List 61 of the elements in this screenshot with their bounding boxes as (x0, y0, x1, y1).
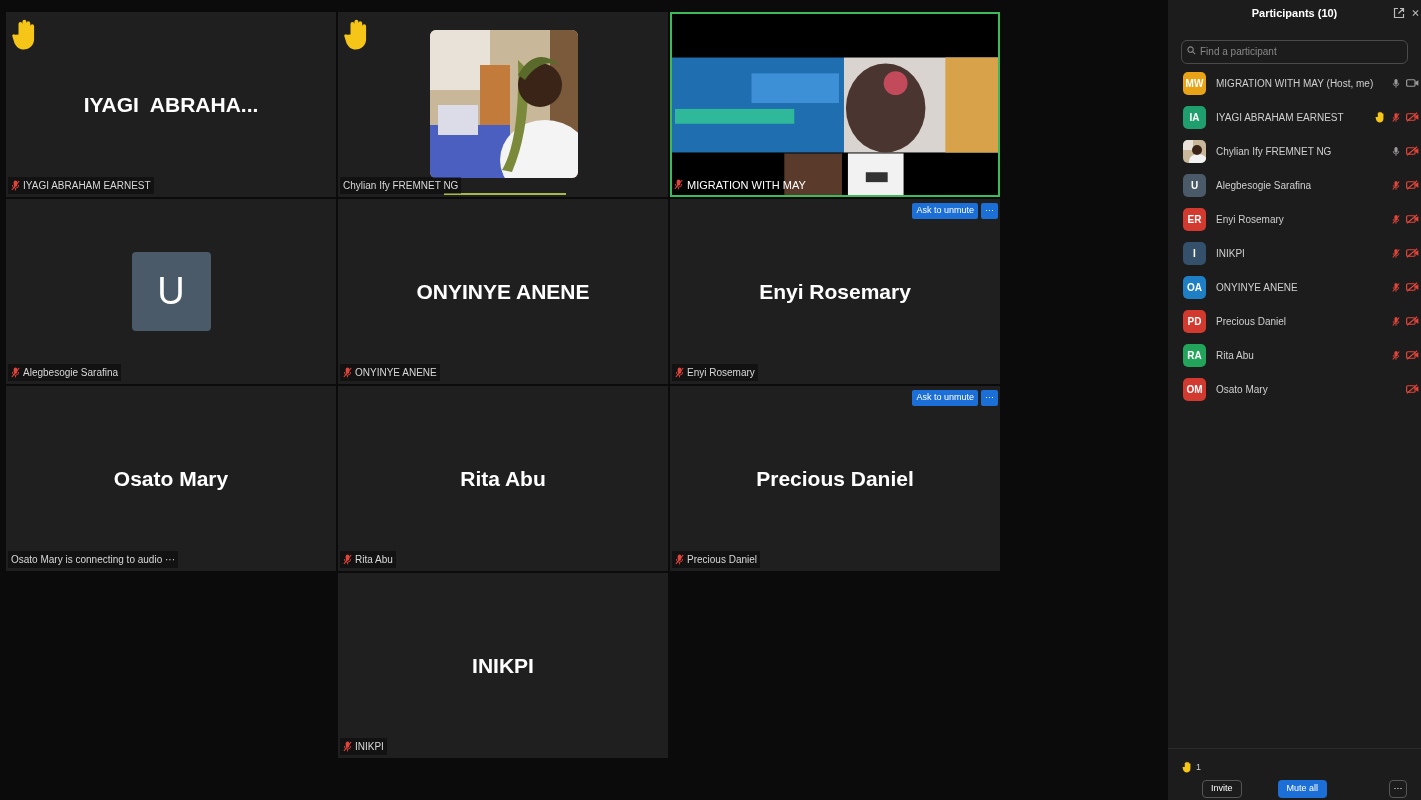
more-button[interactable]: ··· (981, 390, 998, 406)
participant-label: Chylian Ify FREMNET NG (343, 179, 459, 193)
participant-name: Osato Mary (1216, 382, 1269, 397)
participant-name: ONYINYE ANENE (1216, 280, 1299, 295)
search-icon (1187, 46, 1196, 55)
participant-row[interactable]: I INIKPI (1168, 236, 1421, 270)
mute-all-button[interactable]: Mute all (1277, 780, 1328, 798)
participant-label: IYAGI ABRAHAM EARNEST (23, 179, 151, 193)
participant-name: Chylian Ify FREMNET NG (1216, 144, 1333, 159)
close-icon[interactable] (1412, 9, 1419, 17)
participant-label: Enyi Rosemary (687, 366, 755, 380)
avatar: U (131, 252, 211, 331)
participant-row[interactable]: MW MIGRATION WITH MAY (Host, me) (1168, 66, 1421, 100)
more-button[interactable]: ··· (1389, 780, 1407, 798)
participant-row[interactable]: OA ONYINYE ANENE (1168, 270, 1421, 304)
participant-name: Rita Abu (460, 465, 546, 492)
ask-to-unmute-button[interactable]: Ask to unmute (912, 390, 978, 406)
participant-name: IYAGI ABRAHA... (83, 91, 259, 118)
avatar: OA (1183, 275, 1206, 299)
participant-row[interactable]: U Alegbesogie Sarafina (1168, 168, 1421, 202)
participant-name: INIKPI (1216, 246, 1246, 261)
participant-label: ONYINYE ANENE (355, 366, 437, 380)
participant-label: Precious Daniel (687, 553, 758, 567)
participant-row[interactable]: Chylian Ify FREMNET NG (1168, 134, 1421, 168)
raised-hand-icon (1182, 761, 1193, 774)
ask-to-unmute-button[interactable]: Ask to unmute (912, 203, 978, 219)
participant-name: Rita Abu (1216, 348, 1255, 363)
raised-hand-count: 1 (1196, 760, 1201, 774)
pop-out-icon[interactable] (1393, 7, 1405, 19)
search-field[interactable]: Find a participant (1181, 39, 1408, 64)
participant-label: Rita Abu (355, 553, 393, 567)
participant-row[interactable]: ER Enyi Rosemary (1168, 202, 1421, 236)
participant-name: MIGRATION WITH MAY (Host, me) (1216, 76, 1375, 91)
participant-name: Osato Mary (113, 465, 229, 492)
invite-button[interactable]: Invite (1202, 780, 1242, 798)
more-button[interactable]: ··· (981, 203, 998, 219)
participant-name: Alegbesogie Sarafina (1216, 178, 1313, 193)
participant-name: IYAGI ABRAHAM EARNEST (1216, 110, 1345, 125)
avatar: U (1183, 173, 1206, 197)
avatar: I (1183, 241, 1206, 265)
panel-title: Participants (10) (1251, 5, 1338, 21)
avatar: MW (1183, 71, 1206, 95)
participant-name: Precious Daniel (756, 465, 914, 492)
participant-row[interactable]: OM Osato Mary (1168, 372, 1421, 406)
participant-label: INIKPI (355, 740, 384, 754)
participant-row[interactable]: RA Rita Abu (1168, 338, 1421, 372)
participant-label: MIGRATION WITH MAY (687, 177, 806, 193)
participant-label: Alegbesogie Sarafina (23, 366, 119, 380)
participant-name: Precious Daniel (1216, 314, 1288, 329)
avatar: OM (1183, 377, 1206, 401)
participant-name: INIKPI (472, 652, 534, 679)
participant-row[interactable]: IA IYAGI ABRAHAM EARNEST (1168, 100, 1421, 134)
participant-name: Enyi Rosemary (1216, 212, 1285, 227)
participant-label: Osato Mary is connecting to audio ··· (11, 553, 175, 567)
avatar: IA (1183, 105, 1206, 129)
avatar: RA (1183, 343, 1206, 367)
participant-row[interactable]: PD Precious Daniel (1168, 304, 1421, 338)
avatar: ER (1183, 207, 1206, 231)
participant-name: Enyi Rosemary (759, 278, 911, 305)
participant-name: ONYINYE ANENE (416, 278, 590, 305)
avatar: PD (1183, 309, 1206, 333)
